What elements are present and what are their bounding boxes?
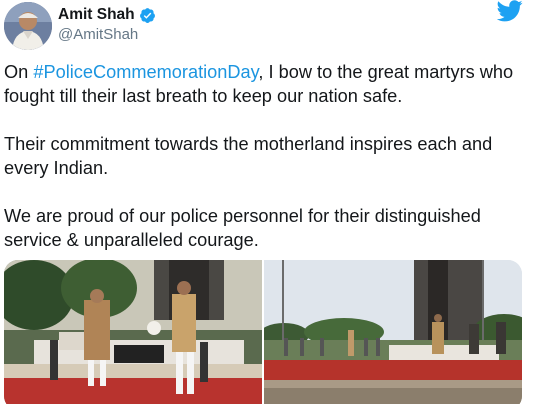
tweet-text: On #PoliceCommemorationDay, I bow to the… [4, 60, 536, 276]
tweet-card: Amit Shah @AmitShah On #PoliceCommemorat… [0, 0, 542, 404]
avatar[interactable] [4, 2, 52, 50]
tweet-text-prefix: On [4, 62, 34, 82]
avatar-image [4, 2, 52, 50]
media-grid [4, 260, 522, 404]
display-name[interactable]: Amit Shah [58, 6, 135, 24]
twitter-bird-icon[interactable] [497, 0, 523, 22]
memorial-photo-right [264, 260, 522, 404]
memorial-photo-left [4, 260, 262, 404]
tweet-paragraph-1: On #PoliceCommemorationDay, I bow to the… [4, 60, 536, 108]
tweet-photo-2[interactable] [264, 260, 522, 404]
user-handle[interactable]: @AmitShah [58, 26, 138, 43]
hashtag-link[interactable]: #PoliceCommemorationDay [33, 62, 258, 82]
verified-badge-icon [139, 7, 155, 23]
tweet-photo-1[interactable] [4, 260, 262, 404]
display-name-row[interactable]: Amit Shah [58, 6, 156, 24]
tweet-paragraph-2: Their commitment towards the motherland … [4, 134, 493, 178]
tweet-paragraph-3: We are proud of our police personnel for… [4, 206, 481, 250]
